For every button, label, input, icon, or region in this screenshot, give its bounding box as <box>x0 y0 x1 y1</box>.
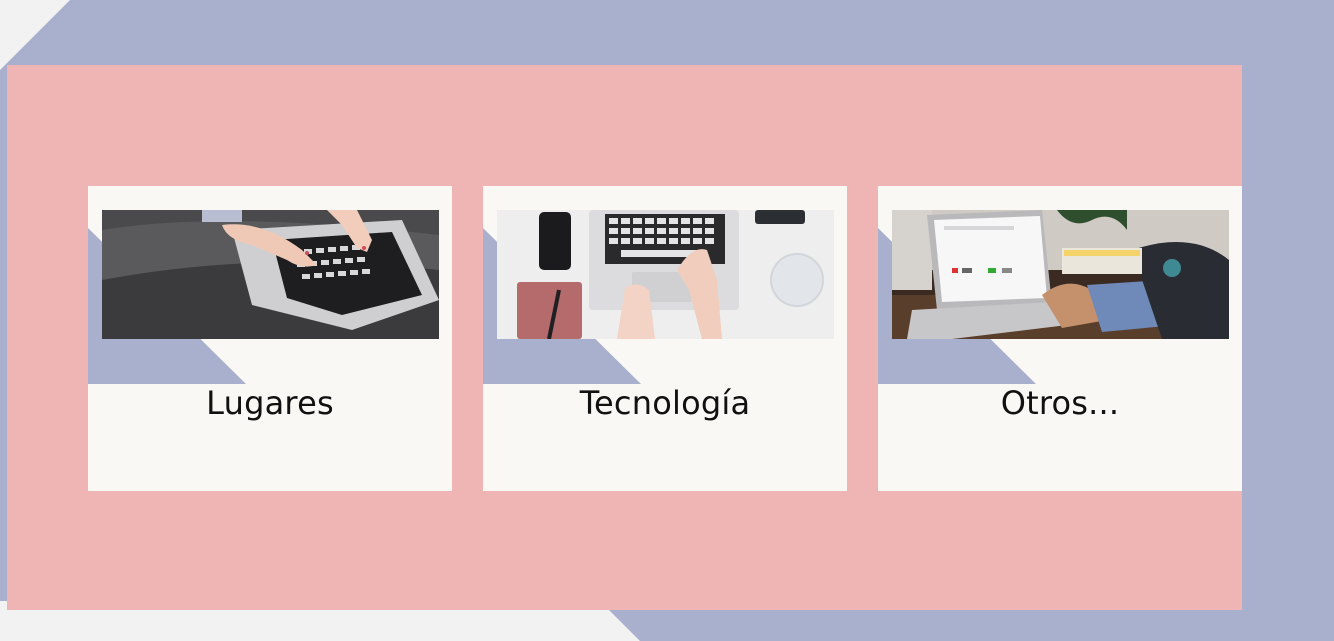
card-image[interactable] <box>892 210 1229 339</box>
categories-panel: Lugares Tecnología Otros... <box>7 65 1242 610</box>
card-title[interactable]: Otros... <box>878 384 1242 422</box>
card-image[interactable] <box>102 210 439 339</box>
laptop-browser-photo-icon <box>892 210 1229 339</box>
laptop-typing-photo-icon <box>102 210 439 339</box>
category-card-otros[interactable]: Otros... <box>878 186 1242 491</box>
laptop-desk-photo-icon <box>497 210 834 339</box>
background-corner-top-left <box>0 0 70 70</box>
card-image[interactable] <box>497 210 834 339</box>
card-title[interactable]: Tecnología <box>483 384 847 422</box>
category-card-lugares[interactable]: Lugares <box>88 186 452 491</box>
category-card-tecnologia[interactable]: Tecnología <box>483 186 847 491</box>
card-title[interactable]: Lugares <box>88 384 452 422</box>
